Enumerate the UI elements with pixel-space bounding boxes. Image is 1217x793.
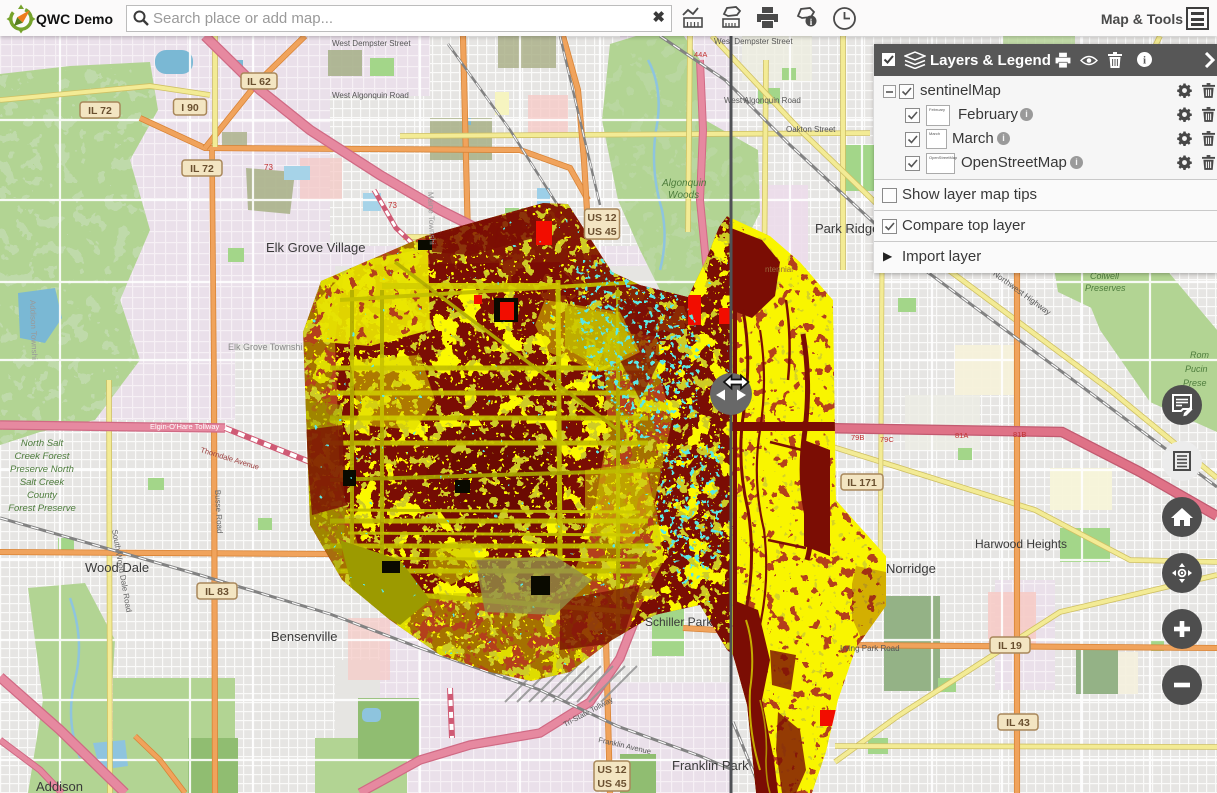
svg-text:73: 73 <box>388 201 397 210</box>
svg-text:Creek Forest: Creek Forest <box>15 451 70 462</box>
svg-text:IL 19: IL 19 <box>998 640 1022 652</box>
svg-text:IL 72: IL 72 <box>190 163 214 175</box>
svg-text:US 45: US 45 <box>597 778 626 790</box>
svg-text:81B: 81B <box>1013 430 1026 439</box>
svg-text:Bensenville: Bensenville <box>271 629 338 644</box>
svg-text:Elgin-O'Hare Tollway: Elgin-O'Hare Tollway <box>150 422 219 431</box>
svg-text:West Dempster Street: West Dempster Street <box>714 37 793 46</box>
svg-text:Algonquin: Algonquin <box>661 178 707 189</box>
svg-text:Addison: Addison <box>36 779 83 793</box>
svg-text:Preserve North: Preserve North <box>10 464 74 475</box>
svg-text:44A: 44A <box>694 50 707 59</box>
svg-text:ntennial: ntennial <box>765 265 793 274</box>
svg-text:Franklin Park: Franklin Park <box>672 758 749 773</box>
svg-text:US 12: US 12 <box>597 764 626 776</box>
svg-text:73: 73 <box>264 163 273 172</box>
svg-text:Schiller Park: Schiller Park <box>645 615 713 629</box>
svg-text:US 12: US 12 <box>587 212 616 224</box>
svg-text:West Algonquin Road: West Algonquin Road <box>332 91 409 100</box>
svg-text:IL 72: IL 72 <box>88 105 112 117</box>
svg-text:IL 171: IL 171 <box>847 477 877 489</box>
svg-text:Oakton Street: Oakton Street <box>786 125 836 134</box>
svg-text:IL 83: IL 83 <box>205 586 229 598</box>
svg-text:IL 43: IL 43 <box>1006 717 1030 729</box>
svg-text:79B: 79B <box>851 433 864 442</box>
svg-text:Rom: Rom <box>1190 350 1210 360</box>
svg-text:US 45: US 45 <box>587 226 616 238</box>
svg-text:i: i <box>1143 55 1146 67</box>
svg-text:I 90: I 90 <box>181 102 199 114</box>
svg-text:Pucin: Pucin <box>1185 364 1208 374</box>
svg-text:West Dempster Street: West Dempster Street <box>332 39 411 48</box>
svg-text:Salt Creek: Salt Creek <box>20 477 66 488</box>
svg-text:Forest Preserve: Forest Preserve <box>8 503 76 514</box>
svg-text:Park Ridge: Park Ridge <box>815 221 879 236</box>
svg-text:79C: 79C <box>880 435 894 444</box>
svg-text:Elk Grove Village: Elk Grove Village <box>266 240 365 255</box>
svg-text:West Algonquin Road: West Algonquin Road <box>724 96 801 105</box>
svg-text:Irving Park Road: Irving Park Road <box>840 644 900 653</box>
svg-text:County: County <box>27 490 58 501</box>
svg-text:North Salt: North Salt <box>21 438 64 449</box>
svg-text:81A: 81A <box>955 431 968 440</box>
svg-text:Maine Townshi: Maine Townshi <box>426 192 437 245</box>
svg-text:Harwood Heights: Harwood Heights <box>975 537 1067 551</box>
svg-text:Woods: Woods <box>668 190 699 201</box>
svg-text:IL 62: IL 62 <box>247 76 271 88</box>
svg-text:Elk Grove Townshi: Elk Grove Townshi <box>228 342 302 352</box>
svg-text:Norridge: Norridge <box>886 561 936 576</box>
svg-text:Preserves: Preserves <box>1085 283 1126 293</box>
